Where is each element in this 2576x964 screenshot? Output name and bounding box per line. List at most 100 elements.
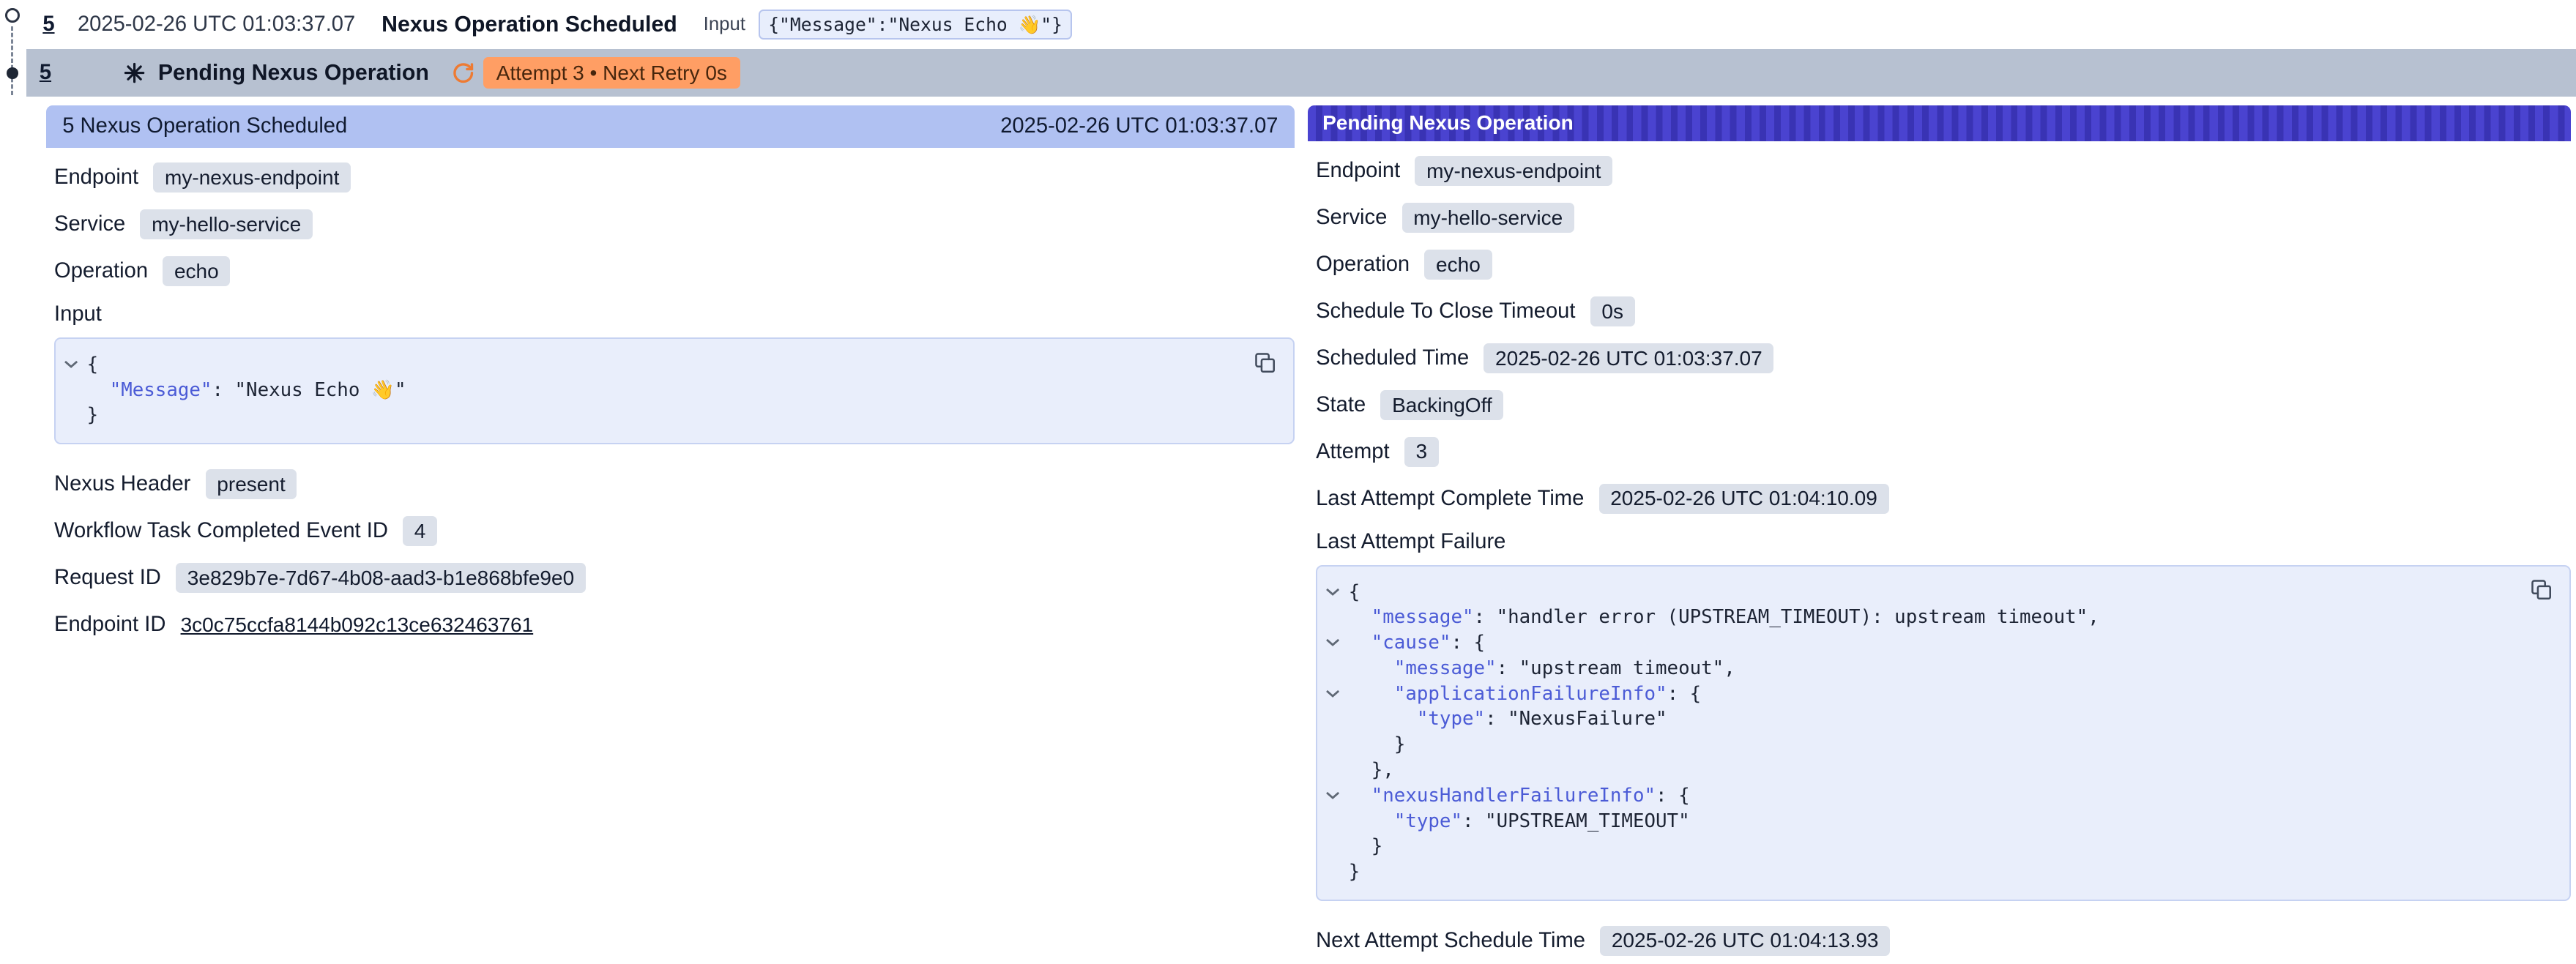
event-id-link[interactable]: 5 [42,12,54,37]
field-scheduled-time: Scheduled Time 2025-02-26 UTC 01:03:37.0… [1316,335,2571,382]
json-line: }, [1325,758,2514,783]
field-label: Endpoint [54,165,138,190]
json-line: "message": "handler error (UPSTREAM_TIME… [1325,605,2514,630]
field-value-badge: 2025-02-26 UTC 01:04:10.09 [1599,484,1889,514]
field-value-badge: echo [1424,250,1492,280]
copy-icon[interactable] [1252,351,1278,377]
scheduled-event-panel: 5 Nexus Operation Scheduled 2025-02-26 U… [46,105,1295,649]
field-label: Service [54,212,125,236]
event-row-pending-selected[interactable]: 5 Pending Nexus Operation Attempt 3 • Ne… [26,49,2576,97]
timeline-gutter [0,0,26,99]
input-preview-chip: {"Message":"Nexus Echo 👋"} [759,10,1072,40]
collapse-chevron-icon[interactable] [1325,681,1348,707]
json-line: "nexusHandlerFailureInfo": { [1325,783,2514,809]
field-workflow-task-completed-event-id: Workflow Task Completed Event ID 4 [54,508,1295,555]
json-line: "applicationFailureInfo": { [1325,681,2514,707]
field-label: Workflow Task Completed Event ID [54,519,388,543]
field-value-badge: 4 [403,516,437,546]
field-label: Operation [1316,253,1410,277]
event-rows: 5 2025-02-26 UTC 01:03:37.07 Nexus Opera… [26,0,2576,97]
failure-section-label: Last Attempt Failure [1316,522,2571,561]
field-value-badge: my-hello-service [1402,203,1574,233]
field-state: State BackingOff [1316,382,2571,429]
field-operation: Operation echo [1316,242,2571,288]
json-line: } [64,403,1237,428]
collapse-chevron-icon[interactable] [1325,783,1348,809]
pending-panel-title: Pending Nexus Operation [1322,111,1574,135]
attempt-retry-badge: Attempt 3 • Next Retry 0s [483,57,740,89]
field-value-badge: 3e829b7e-7d67-4b08-aad3-b1e868bfe9e0 [176,563,586,593]
field-endpoint: Endpoint my-nexus-endpoint [1316,148,2571,195]
field-value-badge: echo [163,256,230,286]
collapse-chevron-icon[interactable] [1325,630,1348,656]
field-value-badge: my-nexus-endpoint [153,162,351,193]
detail-panels: 5 Nexus Operation Scheduled 2025-02-26 U… [46,105,2571,964]
field-request-id: Request ID 3e829b7e-7d67-4b08-aad3-b1e86… [54,555,1295,602]
json-line: } [1325,859,2514,885]
scheduled-panel-body: Endpoint my-nexus-endpoint Service my-he… [46,148,1295,649]
pending-operation-panel: Pending Nexus Operation Endpoint my-nexu… [1308,105,2571,964]
failure-json-block: { "message": "handler error (UPSTREAM_TI… [1316,565,2571,901]
field-value-badge: 3 [1404,437,1439,467]
field-label: State [1316,393,1366,417]
json-line: } [1325,732,2514,758]
collapse-chevron-icon[interactable] [1325,580,1348,605]
collapse-chevron-icon[interactable] [64,352,86,378]
scheduled-panel-title: 5 Nexus Operation Scheduled [62,114,347,138]
event-time: 2025-02-26 UTC 01:03:37.07 [78,12,355,37]
field-next-attempt-schedule-time: Next Attempt Schedule Time 2025-02-26 UT… [1316,917,2571,964]
field-value-badge: present [206,469,297,499]
json-line: { [64,352,1237,378]
field-endpoint-id: Endpoint ID 3c0c75ccfa8144b092c13ce63246… [54,602,1295,649]
event-title: Nexus Operation Scheduled [381,12,677,37]
retry-icon [452,61,474,84]
json-line: } [1325,834,2514,859]
pending-asterisk-icon [124,62,145,83]
pending-title: Pending Nexus Operation [158,61,429,86]
copy-icon[interactable] [2528,578,2555,604]
pending-id-link[interactable]: 5 [40,61,51,85]
field-label: Attempt [1316,440,1389,464]
field-label: Endpoint [1316,159,1400,183]
json-line: "message": "upstream timeout", [1325,656,2514,681]
timeline-dot-icon [7,67,18,79]
event-history-view: 5 2025-02-26 UTC 01:03:37.07 Nexus Opera… [0,0,2576,956]
input-json-block: { "Message": "Nexus Echo 👋" } [54,337,1295,444]
field-label: Schedule To Close Timeout [1316,299,1575,324]
pending-panel-header: Pending Nexus Operation [1308,105,2571,141]
json-line: { [1325,580,2514,605]
field-value-badge: 2025-02-26 UTC 01:03:37.07 [1484,343,1773,373]
timeline-dashed-connector [11,26,13,95]
field-value-badge: 2025-02-26 UTC 01:04:13.93 [1600,926,1890,956]
input-mini-label: Input [704,14,745,35]
field-label: Next Attempt Schedule Time [1316,929,1585,953]
json-line: "type": "NexusFailure" [1325,706,2514,732]
field-label: Scheduled Time [1316,346,1469,370]
field-label: Endpoint ID [54,613,165,637]
endpoint-id-link[interactable]: 3c0c75ccfa8144b092c13ce632463761 [181,613,534,637]
json-line: "cause": { [1325,630,2514,656]
json-line: "type": "UPSTREAM_TIMEOUT" [1325,809,2514,834]
json-line: "Message": "Nexus Echo 👋" [64,378,1237,403]
field-last-attempt-complete-time: Last Attempt Complete Time 2025-02-26 UT… [1316,475,2571,522]
field-label: Nexus Header [54,472,190,496]
field-value-badge: BackingOff [1380,390,1503,420]
scheduled-panel-header: 5 Nexus Operation Scheduled 2025-02-26 U… [46,105,1295,148]
field-nexus-header: Nexus Header present [54,461,1295,508]
field-label: Last Attempt Complete Time [1316,487,1584,511]
field-value-badge: 0s [1590,296,1635,326]
timeline-open-circle-icon [5,8,20,23]
field-label: Operation [54,259,148,283]
field-operation: Operation echo [54,248,1295,295]
field-schedule-to-close-timeout: Schedule To Close Timeout 0s [1316,288,2571,335]
field-endpoint: Endpoint my-nexus-endpoint [54,154,1295,201]
field-label: Request ID [54,566,161,590]
field-attempt: Attempt 3 [1316,429,2571,476]
pending-panel-body: Endpoint my-nexus-endpoint Service my-he… [1308,141,2571,964]
event-row-scheduled[interactable]: 5 2025-02-26 UTC 01:03:37.07 Nexus Opera… [26,0,2576,49]
field-value-badge: my-hello-service [140,209,312,239]
field-label: Service [1316,206,1387,230]
field-value-badge: my-nexus-endpoint [1415,156,1612,186]
input-section-label: Input [54,295,1295,335]
field-service: Service my-hello-service [1316,195,2571,242]
